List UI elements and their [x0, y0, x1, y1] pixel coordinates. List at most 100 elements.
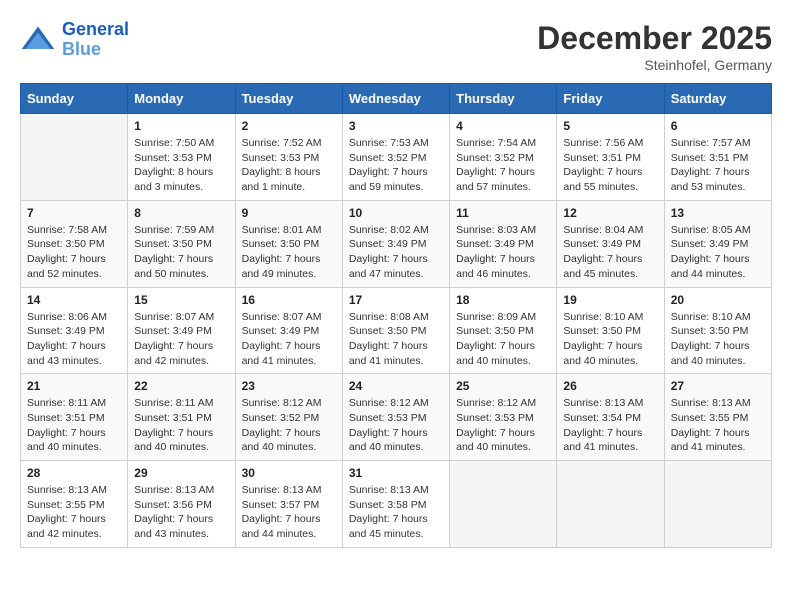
calendar-cell: 25Sunrise: 8:12 AMSunset: 3:53 PMDayligh…: [450, 374, 557, 461]
calendar-cell: [21, 114, 128, 201]
calendar-cell: [450, 461, 557, 548]
day-info: Sunrise: 8:13 AMSunset: 3:58 PMDaylight:…: [349, 483, 443, 542]
day-info: Sunrise: 7:59 AMSunset: 3:50 PMDaylight:…: [134, 223, 228, 282]
logo: GeneralBlue: [20, 20, 129, 60]
day-info: Sunrise: 7:54 AMSunset: 3:52 PMDaylight:…: [456, 136, 550, 195]
calendar-cell: 31 Sunrise: 8:13 AMSunset: 3:58 PMDayligh…: [342, 461, 449, 548]
title-block: December 2025 Steinhofel, Germany: [537, 20, 772, 73]
calendar-week-row: 14 Sunrise: 8:06 AMSunset: 3:49 PMDayligh…: [21, 287, 772, 374]
day-info: Sunrise: 7:57 AMSunset: 3:51 PMDaylight:…: [671, 136, 765, 195]
calendar-week-row: 1 Sunrise: 7:50 AMSunset: 3:53 PMDaylight…: [21, 114, 772, 201]
day-info: Sunrise: 7:50 AMSunset: 3:53 PMDaylight:…: [134, 136, 228, 195]
calendar-cell: 17 Sunrise: 8:08 AMSunset: 3:50 PMDayligh…: [342, 287, 449, 374]
calendar-cell: [557, 461, 664, 548]
day-info: Sunrise: 8:13 AMSunset: 3:56 PMDaylight:…: [134, 483, 228, 542]
calendar-cell: 18Sunrise: 8:09 AMSunset: 3:50 PMDayligh…: [450, 287, 557, 374]
calendar-cell: 11 Sunrise: 8:03 AMSunset: 3:49 PMDayligh…: [450, 200, 557, 287]
day-info: Sunrise: 8:07 AMSunset: 3:49 PMDaylight:…: [242, 310, 336, 369]
day-number: 14: [27, 293, 121, 307]
weekday-header: Tuesday: [235, 84, 342, 114]
day-number: 20: [671, 293, 765, 307]
weekday-header-row: SundayMondayTuesdayWednesdayThursdayFrid…: [21, 84, 772, 114]
day-number: 31: [349, 466, 443, 480]
calendar-cell: 26 Sunrise: 8:13 AMSunset: 3:54 PMDayligh…: [557, 374, 664, 461]
day-number: 6: [671, 119, 765, 133]
calendar-cell: 24Sunrise: 8:12 AMSunset: 3:53 PMDayligh…: [342, 374, 449, 461]
month-title: December 2025: [537, 20, 772, 57]
calendar-cell: 7Sunrise: 7:58 AMSunset: 3:50 PMDaylight…: [21, 200, 128, 287]
calendar-cell: 22Sunrise: 8:11 AMSunset: 3:51 PMDayligh…: [128, 374, 235, 461]
weekday-header: Saturday: [664, 84, 771, 114]
calendar-week-row: 28Sunrise: 8:13 AMSunset: 3:55 PMDayligh…: [21, 461, 772, 548]
day-info: Sunrise: 8:01 AMSunset: 3:50 PMDaylight:…: [242, 223, 336, 282]
day-info: Sunrise: 8:04 AMSunset: 3:49 PMDaylight:…: [563, 223, 657, 282]
day-number: 5: [563, 119, 657, 133]
calendar-cell: 3 Sunrise: 7:53 AMSunset: 3:52 PMDaylight…: [342, 114, 449, 201]
day-number: 28: [27, 466, 121, 480]
weekday-header: Wednesday: [342, 84, 449, 114]
weekday-header: Sunday: [21, 84, 128, 114]
calendar-cell: 8 Sunrise: 7:59 AMSunset: 3:50 PMDaylight…: [128, 200, 235, 287]
day-number: 18: [456, 293, 550, 307]
weekday-header: Friday: [557, 84, 664, 114]
day-info: Sunrise: 8:12 AMSunset: 3:52 PMDaylight:…: [242, 396, 336, 455]
logo-text: GeneralBlue: [62, 20, 129, 60]
day-number: 21: [27, 379, 121, 393]
day-number: 11: [456, 206, 550, 220]
day-info: Sunrise: 8:11 AMSunset: 3:51 PMDaylight:…: [27, 396, 121, 455]
calendar-cell: 1 Sunrise: 7:50 AMSunset: 3:53 PMDaylight…: [128, 114, 235, 201]
day-number: 3: [349, 119, 443, 133]
day-number: 17: [349, 293, 443, 307]
day-number: 9: [242, 206, 336, 220]
day-number: 13: [671, 206, 765, 220]
day-number: 12: [563, 206, 657, 220]
day-number: 15: [134, 293, 228, 307]
day-info: Sunrise: 7:58 AMSunset: 3:50 PMDaylight:…: [27, 223, 121, 282]
calendar-cell: 30Sunrise: 8:13 AMSunset: 3:57 PMDayligh…: [235, 461, 342, 548]
day-number: 8: [134, 206, 228, 220]
day-number: 25: [456, 379, 550, 393]
calendar-cell: 16 Sunrise: 8:07 AMSunset: 3:49 PMDayligh…: [235, 287, 342, 374]
day-number: 1: [134, 119, 228, 133]
calendar-cell: 20 Sunrise: 8:10 AMSunset: 3:50 PMDayligh…: [664, 287, 771, 374]
day-info: Sunrise: 8:11 AMSunset: 3:51 PMDaylight:…: [134, 396, 228, 455]
day-info: Sunrise: 8:13 AMSunset: 3:55 PMDaylight:…: [671, 396, 765, 455]
day-info: Sunrise: 8:07 AMSunset: 3:49 PMDaylight:…: [134, 310, 228, 369]
day-number: 29: [134, 466, 228, 480]
day-number: 2: [242, 119, 336, 133]
day-info: Sunrise: 8:02 AMSunset: 3:49 PMDaylight:…: [349, 223, 443, 282]
calendar-cell: 13 Sunrise: 8:05 AMSunset: 3:49 PMDayligh…: [664, 200, 771, 287]
day-info: Sunrise: 7:53 AMSunset: 3:52 PMDaylight:…: [349, 136, 443, 195]
page-header: GeneralBlue December 2025 Steinhofel, Ge…: [20, 20, 772, 73]
calendar-cell: 21 Sunrise: 8:11 AMSunset: 3:51 PMDayligh…: [21, 374, 128, 461]
logo-icon: [20, 22, 56, 58]
day-info: Sunrise: 7:52 AMSunset: 3:53 PMDaylight:…: [242, 136, 336, 195]
calendar-cell: 9 Sunrise: 8:01 AMSunset: 3:50 PMDaylight…: [235, 200, 342, 287]
day-number: 10: [349, 206, 443, 220]
day-number: 16: [242, 293, 336, 307]
calendar-table: SundayMondayTuesdayWednesdayThursdayFrid…: [20, 83, 772, 548]
day-info: Sunrise: 8:03 AMSunset: 3:49 PMDaylight:…: [456, 223, 550, 282]
day-info: Sunrise: 8:05 AMSunset: 3:49 PMDaylight:…: [671, 223, 765, 282]
calendar-cell: 4Sunrise: 7:54 AMSunset: 3:52 PMDaylight…: [450, 114, 557, 201]
day-info: Sunrise: 8:12 AMSunset: 3:53 PMDaylight:…: [349, 396, 443, 455]
day-number: 26: [563, 379, 657, 393]
day-number: 23: [242, 379, 336, 393]
day-info: Sunrise: 8:10 AMSunset: 3:50 PMDaylight:…: [671, 310, 765, 369]
day-number: 19: [563, 293, 657, 307]
day-info: Sunrise: 8:10 AMSunset: 3:50 PMDaylight:…: [563, 310, 657, 369]
calendar-cell: 5 Sunrise: 7:56 AMSunset: 3:51 PMDaylight…: [557, 114, 664, 201]
day-info: Sunrise: 7:56 AMSunset: 3:51 PMDaylight:…: [563, 136, 657, 195]
day-info: Sunrise: 8:06 AMSunset: 3:49 PMDaylight:…: [27, 310, 121, 369]
day-info: Sunrise: 8:08 AMSunset: 3:50 PMDaylight:…: [349, 310, 443, 369]
calendar-cell: 19 Sunrise: 8:10 AMSunset: 3:50 PMDayligh…: [557, 287, 664, 374]
day-number: 27: [671, 379, 765, 393]
location-subtitle: Steinhofel, Germany: [537, 57, 772, 73]
calendar-cell: 15 Sunrise: 8:07 AMSunset: 3:49 PMDayligh…: [128, 287, 235, 374]
weekday-header: Monday: [128, 84, 235, 114]
day-info: Sunrise: 8:13 AMSunset: 3:54 PMDaylight:…: [563, 396, 657, 455]
day-number: 30: [242, 466, 336, 480]
calendar-week-row: 21 Sunrise: 8:11 AMSunset: 3:51 PMDayligh…: [21, 374, 772, 461]
calendar-cell: 14 Sunrise: 8:06 AMSunset: 3:49 PMDayligh…: [21, 287, 128, 374]
weekday-header: Thursday: [450, 84, 557, 114]
